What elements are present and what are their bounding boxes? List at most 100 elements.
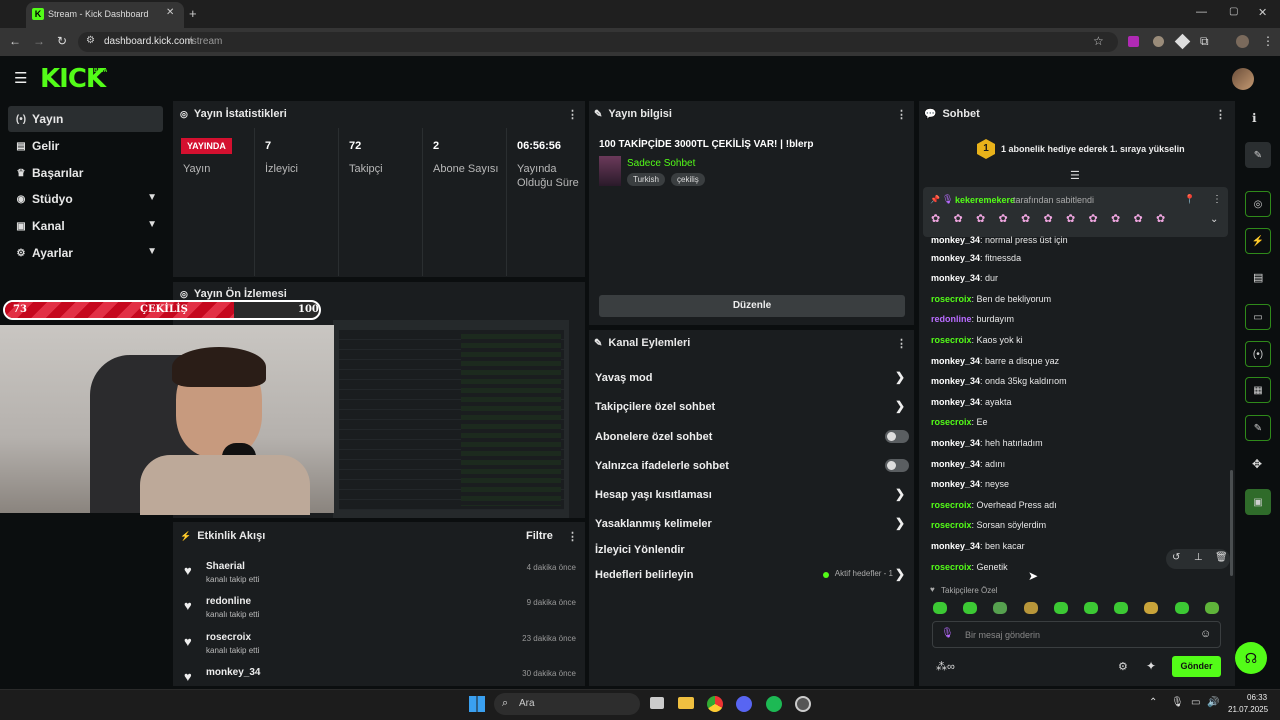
close-tab-icon[interactable]: ✕	[166, 7, 174, 18]
chat-scrollbar[interactable]	[1230, 470, 1233, 576]
edit-button[interactable]: Düzenle	[599, 295, 905, 317]
activity-user[interactable]: redonline	[206, 596, 251, 607]
action-host[interactable]: İzleyici Yönlendir	[595, 539, 915, 561]
stream-preview-video[interactable]	[333, 320, 569, 518]
maximize-icon[interactable]: ▢	[1229, 6, 1238, 17]
rail-edit-button[interactable]: ✎	[1245, 142, 1271, 168]
site-info-icon[interactable]: ⚙	[86, 35, 95, 46]
rail-lightning-button[interactable]: ⚡	[1245, 228, 1271, 254]
pin-message-icon[interactable]: ⊥	[1194, 552, 1203, 563]
rail-broadcast-button[interactable]: (•)	[1245, 341, 1271, 367]
sidebar-item-ayarlar[interactable]: ⚙ Ayarlar ▼	[8, 240, 163, 266]
chat-username[interactable]: monkey_34	[931, 273, 980, 283]
browser-tab[interactable]: K Stream - Kick Dashboard ✕	[26, 2, 184, 28]
chat-username[interactable]: rosecroix	[931, 500, 972, 510]
pinned-user[interactable]: kekeremekere	[955, 195, 1015, 205]
activity-menu-icon[interactable]: ⋮	[567, 530, 578, 543]
profile-avatar[interactable]	[1236, 35, 1249, 48]
windows-start-icon[interactable]	[469, 696, 485, 712]
emote-icon[interactable]	[963, 602, 978, 614]
extensions-puzzle-icon[interactable]: ⧉	[1200, 34, 1209, 49]
category-name[interactable]: Sadece Sohbet	[627, 158, 695, 169]
rail-app-button[interactable]: ▣	[1245, 489, 1271, 515]
chat-username[interactable]: monkey_34	[931, 397, 980, 407]
emote-icon[interactable]	[1144, 602, 1159, 614]
activity-user[interactable]: rosecroix	[206, 632, 251, 643]
sidebar-item-basarilar[interactable]: ♛ Başarılar	[8, 160, 163, 186]
chrome-icon[interactable]	[707, 696, 723, 712]
chat-username[interactable]: monkey_34	[931, 459, 980, 469]
stats-menu-icon[interactable]: ⋮	[567, 108, 578, 121]
chat-input[interactable]: 🎙 Bir mesaj gönderin ☺	[932, 621, 1221, 648]
chat-username[interactable]: monkey_34	[931, 235, 980, 245]
delete-icon[interactable]: 🗑	[1215, 552, 1228, 563]
chat-username[interactable]: monkey_34	[931, 479, 980, 489]
chat-menu-icon[interactable]: ⋮	[1215, 108, 1226, 121]
expand-pinned-icon[interactable]: ⌄	[1210, 214, 1218, 225]
user-avatar[interactable]	[1232, 68, 1254, 90]
sidebar-item-studyo[interactable]: ◉ Stüdyo ▼	[8, 186, 163, 212]
rail-tools-button[interactable]: ✎	[1245, 415, 1271, 441]
pinned-menu-icon[interactable]: ⋮	[1212, 194, 1222, 205]
close-window-icon[interactable]: ✕	[1258, 6, 1267, 19]
tag-chip[interactable]: Turkish	[627, 173, 665, 186]
spotify-icon[interactable]	[766, 696, 782, 712]
back-icon[interactable]: ←	[9, 34, 21, 48]
reply-icon[interactable]: ↺	[1172, 552, 1180, 563]
url-bar[interactable]: ⚙ dashboard.kick.com /stream ☆	[78, 32, 1118, 52]
subscribers-only-toggle[interactable]	[885, 430, 909, 443]
bookmark-star-icon[interactable]: ☆	[1093, 34, 1104, 48]
support-button[interactable]: ☊	[1235, 642, 1267, 674]
obs-icon[interactable]	[795, 696, 811, 712]
microphone-tray-icon[interactable]: 🎙	[1171, 697, 1184, 708]
chat-username[interactable]: monkey_34	[931, 376, 980, 386]
minimize-icon[interactable]: —	[1196, 6, 1207, 18]
volume-icon[interactable]: 🔊	[1207, 697, 1219, 708]
chat-username[interactable]: rosecroix	[931, 520, 972, 530]
activity-filter-button[interactable]: Filtre	[526, 530, 553, 542]
chat-filter-icon[interactable]: ☰	[1070, 169, 1080, 182]
extension-icon[interactable]	[1153, 36, 1164, 47]
chat-username[interactable]: monkey_34	[931, 438, 980, 448]
chat-settings-icon[interactable]: ⚙	[1118, 660, 1128, 673]
sidebar-item-kanal[interactable]: ▣ Kanal ▼	[8, 213, 163, 239]
sidebar-item-yayin[interactable]: (•) Yayın	[8, 106, 163, 132]
action-set-goals[interactable]: Hedefleri belirleyin Aktif hedefler - 1 ❯	[595, 564, 915, 586]
rail-chat-button[interactable]: ▭	[1245, 304, 1271, 330]
emote-icon[interactable]	[1114, 602, 1129, 614]
emote-icon[interactable]	[1053, 602, 1068, 614]
clock-date[interactable]: 21.07.2025	[1228, 705, 1268, 714]
clock-time[interactable]: 06:33	[1247, 693, 1267, 702]
chat-username[interactable]: rosecroix	[931, 417, 972, 427]
stream-info-menu-icon[interactable]: ⋮	[896, 108, 907, 121]
action-account-age[interactable]: Hesap yaşı kısıtlaması ❯	[595, 484, 915, 506]
taskbar-search[interactable]: ⌕ Ara	[494, 693, 640, 715]
sidebar-item-gelir[interactable]: ▤ Gelir	[8, 133, 163, 159]
activity-user[interactable]: monkey_34	[206, 667, 260, 678]
file-explorer-icon[interactable]	[678, 697, 694, 709]
emote-icon[interactable]	[1084, 602, 1098, 614]
action-banned-words[interactable]: Yasaklanmış kelimeler ❯	[595, 513, 915, 535]
chat-username[interactable]: monkey_34	[931, 541, 980, 551]
chat-username[interactable]: monkey_34	[931, 356, 980, 366]
move-icon[interactable]: ✥	[1252, 457, 1262, 471]
tag-chip[interactable]: çekiliş	[671, 173, 705, 186]
rail-layout-button[interactable]: ▦	[1245, 377, 1271, 403]
send-button[interactable]: Gönder	[1172, 656, 1221, 677]
chat-username[interactable]: monkey_34	[931, 253, 980, 263]
gift-icon[interactable]: ✦	[1146, 659, 1156, 673]
tray-chevron-icon[interactable]: ⌃	[1149, 697, 1157, 708]
action-followers-only[interactable]: Takipçilere özel sohbet ❯	[595, 396, 915, 418]
forward-icon[interactable]: →	[33, 34, 45, 48]
emotes-only-toggle[interactable]	[885, 459, 909, 472]
activity-user[interactable]: Shaerial	[206, 561, 245, 572]
chat-username[interactable]: rosecroix	[931, 294, 972, 304]
info-icon[interactable]: ℹ	[1252, 111, 1257, 125]
discord-icon[interactable]	[736, 696, 752, 712]
extension-icon[interactable]	[1128, 36, 1139, 47]
chat-username[interactable]: redonline	[931, 314, 972, 324]
network-icon[interactable]: ▭	[1191, 697, 1200, 708]
points-icon[interactable]: ⁂∞	[936, 660, 955, 673]
rail-record-button[interactable]: ◎	[1245, 191, 1271, 217]
emote-icon[interactable]	[1023, 602, 1038, 614]
